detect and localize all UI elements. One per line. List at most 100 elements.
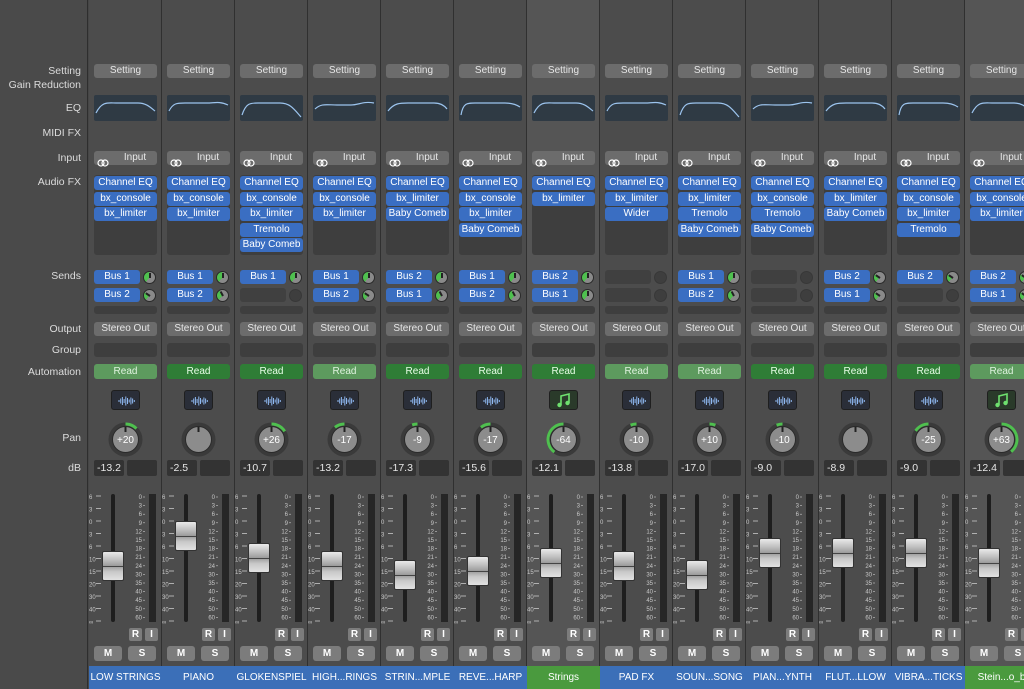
- send-slot-empty[interactable]: [824, 306, 887, 314]
- audio-fx-plugin[interactable]: Channel EQ: [751, 176, 814, 190]
- record-enable-button[interactable]: R: [713, 628, 726, 641]
- waveform-icon[interactable]: [914, 390, 943, 410]
- stereo-link-icon[interactable]: [243, 154, 255, 167]
- send-level-knob[interactable]: [654, 271, 667, 284]
- send-slot[interactable]: Bus 1: [824, 288, 870, 302]
- waveform-icon[interactable]: [841, 390, 870, 410]
- peak-readout[interactable]: [346, 460, 376, 476]
- eq-thumbnail[interactable]: [167, 95, 230, 121]
- input-monitor-button[interactable]: I: [145, 628, 158, 641]
- eq-thumbnail[interactable]: [313, 95, 376, 121]
- mute-button[interactable]: M: [605, 646, 633, 661]
- send-slot-empty[interactable]: [386, 306, 449, 314]
- eq-thumbnail[interactable]: [386, 95, 449, 121]
- stereo-link-icon[interactable]: [462, 154, 474, 167]
- waveform-icon[interactable]: [403, 390, 432, 410]
- send-slot[interactable]: [605, 270, 651, 284]
- send-level-knob[interactable]: [654, 289, 667, 302]
- audio-fx-plugin[interactable]: Channel EQ: [532, 176, 595, 190]
- input-slot[interactable]: Input: [751, 151, 814, 167]
- automation-mode-button[interactable]: Read: [313, 364, 376, 379]
- group-slot[interactable]: [678, 343, 741, 357]
- group-slot[interactable]: [459, 343, 522, 357]
- setting-button[interactable]: Setting: [751, 64, 814, 78]
- track-name[interactable]: FLUT...LLOW: [819, 666, 892, 689]
- send-slot[interactable]: [751, 270, 797, 284]
- record-enable-button[interactable]: R: [567, 628, 580, 641]
- record-enable-button[interactable]: R: [275, 628, 288, 641]
- pan-knob[interactable]: -17: [326, 421, 363, 458]
- send-slot[interactable]: [240, 288, 286, 302]
- mute-button[interactable]: M: [386, 646, 414, 661]
- audio-fx-plugin[interactable]: Channel EQ: [824, 176, 887, 190]
- peak-readout[interactable]: [419, 460, 449, 476]
- setting-button[interactable]: Setting: [678, 64, 741, 78]
- setting-button[interactable]: Setting: [970, 64, 1024, 78]
- waveform-icon[interactable]: [622, 390, 651, 410]
- send-level-knob[interactable]: [143, 289, 156, 302]
- record-enable-button[interactable]: R: [1005, 628, 1018, 641]
- automation-mode-button[interactable]: Read: [459, 364, 522, 379]
- volume-fader[interactable]: [175, 521, 197, 552]
- peak-readout[interactable]: [1003, 460, 1024, 476]
- volume-db-readout[interactable]: -13.2: [313, 460, 343, 476]
- input-slot[interactable]: Input: [313, 151, 376, 167]
- audio-fx-plugin[interactable]: Tremolo: [897, 222, 960, 237]
- send-slot[interactable]: [897, 288, 943, 302]
- record-enable-button[interactable]: R: [421, 628, 434, 641]
- audio-fx-plugin[interactable]: Channel EQ: [678, 176, 741, 190]
- mute-button[interactable]: M: [313, 646, 341, 661]
- solo-button[interactable]: S: [201, 646, 229, 661]
- waveform-icon[interactable]: [476, 390, 505, 410]
- pan-knob[interactable]: -10: [764, 421, 801, 458]
- volume-fader[interactable]: [978, 547, 1000, 578]
- send-slot[interactable]: Bus 2: [897, 270, 943, 284]
- music-note-icon[interactable]: [549, 390, 578, 410]
- solo-button[interactable]: S: [128, 646, 156, 661]
- audio-fx-plugin[interactable]: Tremolo: [751, 207, 814, 221]
- volume-fader[interactable]: [394, 559, 416, 590]
- record-enable-button[interactable]: R: [640, 628, 653, 641]
- track-name[interactable]: STRIN...MPLE: [381, 666, 454, 689]
- input-monitor-button[interactable]: I: [875, 628, 888, 641]
- send-slot-empty[interactable]: [240, 306, 303, 314]
- setting-button[interactable]: Setting: [386, 64, 449, 78]
- group-slot[interactable]: [240, 343, 303, 357]
- send-level-knob[interactable]: [581, 289, 594, 302]
- volume-db-readout[interactable]: -12.1: [532, 460, 562, 476]
- audio-fx-plugin[interactable]: Channel EQ: [167, 176, 230, 190]
- track-name[interactable]: GLOKENSPIEL: [235, 666, 308, 689]
- stereo-link-icon[interactable]: [535, 154, 547, 167]
- audio-fx-plugin[interactable]: Tremolo: [678, 207, 741, 221]
- send-slot[interactable]: Bus 1: [240, 270, 286, 284]
- peak-readout[interactable]: [273, 460, 303, 476]
- track-name[interactable]: Strings: [527, 666, 600, 689]
- volume-fader[interactable]: [759, 538, 781, 569]
- send-level-knob[interactable]: [1019, 289, 1024, 302]
- audio-fx-plugin[interactable]: bx_limiter: [678, 191, 741, 206]
- stereo-link-icon[interactable]: [827, 154, 839, 167]
- input-monitor-button[interactable]: I: [802, 628, 815, 641]
- record-enable-button[interactable]: R: [859, 628, 872, 641]
- audio-fx-plugin[interactable]: Baby Comeb: [240, 238, 303, 252]
- group-slot[interactable]: [313, 343, 376, 357]
- group-slot[interactable]: [897, 343, 960, 357]
- send-slot-empty[interactable]: [970, 306, 1024, 314]
- output-button[interactable]: Stereo Out: [459, 322, 522, 336]
- send-slot-empty[interactable]: [751, 306, 814, 314]
- setting-button[interactable]: Setting: [459, 64, 522, 78]
- peak-readout[interactable]: [784, 460, 814, 476]
- solo-button[interactable]: S: [566, 646, 594, 661]
- peak-readout[interactable]: [711, 460, 741, 476]
- stereo-link-icon[interactable]: [170, 154, 182, 167]
- mute-button[interactable]: M: [532, 646, 560, 661]
- automation-mode-button[interactable]: Read: [897, 364, 960, 379]
- audio-fx-plugin[interactable]: bx_limiter: [897, 207, 960, 221]
- stereo-link-icon[interactable]: [608, 154, 620, 167]
- audio-fx-plugin[interactable]: Channel EQ: [240, 176, 303, 190]
- record-enable-button[interactable]: R: [932, 628, 945, 641]
- send-level-knob[interactable]: [216, 289, 229, 302]
- volume-fader[interactable]: [248, 543, 270, 573]
- output-button[interactable]: Stereo Out: [897, 322, 960, 336]
- pan-knob[interactable]: -9: [399, 421, 436, 458]
